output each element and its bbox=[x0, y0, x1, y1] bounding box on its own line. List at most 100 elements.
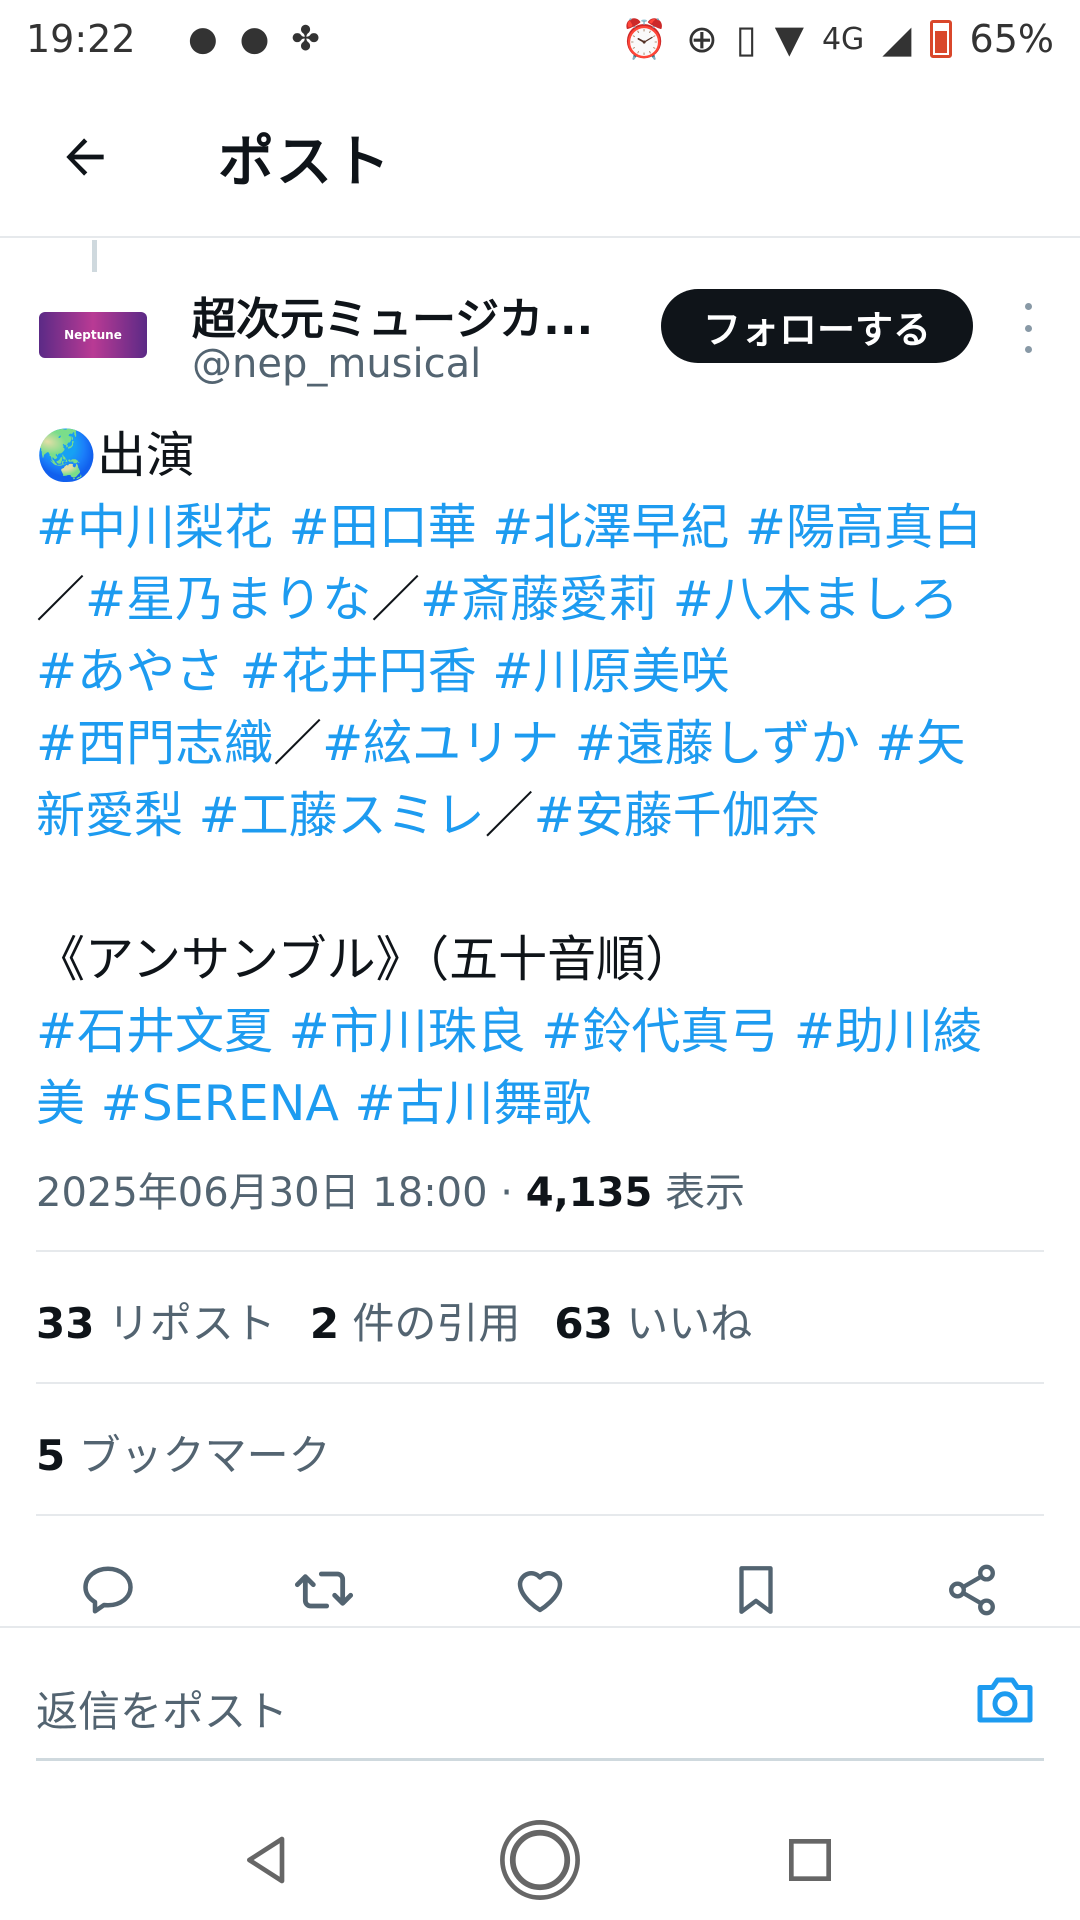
body-line: 新愛梨 #工藤スミレ／#安藤千伽奈 bbox=[36, 780, 1046, 852]
body-text: ／ bbox=[484, 787, 534, 844]
data-saver-icon: ⊕ bbox=[685, 17, 718, 61]
quotes-stat[interactable]: 2 件の引用 bbox=[310, 1299, 521, 1348]
body-line: 美 #SERENA #古川舞歌 bbox=[36, 1068, 1046, 1140]
app-notification-icon: ● bbox=[188, 19, 218, 59]
likes-stat[interactable]: 63 いいね bbox=[554, 1299, 752, 1348]
reply-composer: 返信をポスト bbox=[0, 1626, 1080, 1762]
bookmarks-count: 5 bbox=[36, 1431, 66, 1480]
wifi-icon: ▼ bbox=[774, 17, 804, 61]
hashtag-link[interactable]: #絃ユリナ #遠藤しずか #矢 bbox=[322, 715, 965, 772]
alarm-icon: ⏰ bbox=[620, 16, 668, 61]
repost-button[interactable] bbox=[282, 1548, 366, 1632]
tweet-meta: 2025年06月30日 18:00 · 4,135 表示 bbox=[36, 1160, 745, 1218]
nav-home-button[interactable] bbox=[490, 1810, 590, 1910]
hashtag-link[interactable]: #斎藤愛莉 #八木ましろ bbox=[420, 571, 959, 628]
body-blank-line bbox=[36, 852, 1046, 924]
body-line: 🌏出演 bbox=[36, 420, 1046, 492]
divider bbox=[36, 1382, 1044, 1384]
views-label: 表示 bbox=[652, 1170, 745, 1216]
bookmark-icon bbox=[739, 1566, 773, 1614]
author-handle[interactable]: @nep_musical bbox=[192, 341, 481, 387]
hashtag-link[interactable]: 新愛梨 #工藤スミレ bbox=[36, 787, 485, 844]
battery-icon bbox=[929, 20, 952, 58]
more-dot-icon bbox=[1024, 303, 1032, 310]
hashtag-link[interactable]: 美 #SERENA #古川舞歌 bbox=[36, 1075, 592, 1132]
body-text: ／ bbox=[273, 715, 323, 772]
quotes-count: 2 bbox=[309, 1299, 340, 1348]
signal-icon: ◢ bbox=[882, 17, 912, 61]
views-count: 4,135 bbox=[525, 1170, 653, 1216]
tweet-body: 🌏出演 #中川梨花 #田口華 #北澤早紀 #陽高真白 ／#星乃まりな／#斎藤愛莉 #… bbox=[36, 420, 1046, 1140]
hashtag-link[interactable]: #安藤千伽奈 bbox=[534, 787, 820, 844]
repost-icon bbox=[294, 1571, 354, 1609]
tweet-timestamp[interactable]: 2025年06月30日 18:00 bbox=[36, 1170, 488, 1216]
hashtag-link[interactable]: #あやさ #花井円香 #川原美咲 bbox=[36, 643, 729, 700]
share-icon bbox=[949, 1564, 995, 1616]
camera-icon bbox=[977, 1677, 1033, 1723]
status-time: 19:22 bbox=[26, 17, 136, 61]
back-button[interactable] bbox=[40, 112, 130, 202]
follow-button[interactable]: フォローする bbox=[661, 289, 973, 363]
bookmarks-stat[interactable]: 5 ブックマーク bbox=[36, 1422, 331, 1483]
nav-back-icon bbox=[247, 1836, 285, 1884]
reposts-count: 33 bbox=[36, 1299, 95, 1348]
vibrate-icon: ▯ bbox=[735, 17, 757, 61]
reply-icon bbox=[83, 1566, 133, 1614]
nav-recents-button[interactable] bbox=[760, 1810, 860, 1910]
reply-underline bbox=[36, 1758, 1044, 1761]
body-text: ／ bbox=[36, 571, 86, 628]
system-navigation-bar bbox=[0, 1800, 1080, 1920]
nav-recents-icon bbox=[789, 1839, 831, 1881]
page-title: ポスト bbox=[218, 129, 392, 195]
tweet-actions bbox=[0, 1548, 1080, 1632]
body-line: #石井文夏 #市川珠良 #鈴代真弓 #助川綾 bbox=[36, 996, 1046, 1068]
author-display-name[interactable]: 超次元ミュージカ... bbox=[192, 283, 612, 347]
network-type: 4G bbox=[821, 21, 865, 57]
camera-button[interactable] bbox=[972, 1670, 1038, 1730]
hashtag-link[interactable]: #西門志織 bbox=[36, 715, 273, 772]
likes-label: いいね bbox=[612, 1299, 753, 1348]
engagement-stats: 33 リポスト 2 件の引用 63 いいね bbox=[36, 1290, 752, 1351]
more-dot-icon bbox=[1024, 346, 1032, 353]
tweet-author: Neptune 超次元ミュージカ... @nep_musical フォローする bbox=[36, 275, 1056, 395]
avatar-logo: Neptune bbox=[39, 312, 147, 358]
divider bbox=[36, 1514, 1044, 1516]
body-line: #あやさ #花井円香 #川原美咲 bbox=[36, 636, 1046, 708]
body-line: 《アンサンブル》（五十音順） bbox=[36, 924, 1046, 996]
divider bbox=[36, 1250, 1044, 1252]
reply-input[interactable]: 返信をポスト bbox=[36, 1678, 288, 1739]
body-line: #西門志織／#絃ユリナ #遠藤しずか #矢 bbox=[36, 708, 1046, 780]
bookmark-button[interactable] bbox=[714, 1548, 798, 1632]
reposts-stat[interactable]: 33 リポスト bbox=[36, 1299, 276, 1348]
likes-count: 63 bbox=[554, 1299, 613, 1348]
more-options-button[interactable] bbox=[1008, 303, 1048, 353]
reply-button[interactable] bbox=[66, 1548, 150, 1632]
body-text: 🌏出演 bbox=[36, 427, 196, 484]
hashtag-link[interactable]: #石井文夏 #市川珠良 #鈴代真弓 #助川綾 bbox=[36, 1003, 982, 1060]
like-icon bbox=[517, 1571, 563, 1613]
nav-home-icon bbox=[500, 1820, 580, 1900]
nav-back-button[interactable] bbox=[218, 1810, 318, 1910]
notification-icons: ● ● ✤ bbox=[188, 19, 320, 59]
hashtag-link[interactable]: #中川梨花 #田口華 #北澤早紀 #陽高真白 bbox=[36, 499, 982, 556]
hashtag-link[interactable]: #星乃まりな bbox=[85, 571, 371, 628]
bookmarks-label: ブックマーク bbox=[65, 1431, 331, 1480]
status-bar: 19:22 ● ● ✤ ⏰ ⊕ ▯ ▼ 4G ◢ 65% bbox=[0, 0, 1080, 78]
top-app-bar: ポスト bbox=[0, 78, 1080, 238]
body-line: #中川梨花 #田口華 #北澤早紀 #陽高真白 bbox=[36, 492, 1046, 564]
meta-separator: · bbox=[487, 1170, 526, 1216]
body-line: ／#星乃まりな／#斎藤愛莉 #八木ましろ bbox=[36, 564, 1046, 636]
like-button[interactable] bbox=[498, 1548, 582, 1632]
share-button[interactable] bbox=[930, 1548, 1014, 1632]
thread-connector-line bbox=[92, 240, 97, 272]
reposts-label: リポスト bbox=[94, 1299, 276, 1348]
body-text: ／ bbox=[371, 571, 421, 628]
pinwheel-icon: ✤ bbox=[291, 19, 320, 59]
back-arrow-icon bbox=[66, 138, 104, 176]
avatar[interactable]: Neptune bbox=[36, 295, 150, 375]
body-text: 《アンサンブル》（五十音順） bbox=[36, 931, 695, 988]
app-notification-icon: ● bbox=[239, 19, 270, 59]
battery-percent: 65% bbox=[969, 17, 1054, 61]
more-dot-icon bbox=[1024, 324, 1032, 332]
quotes-label: 件の引用 bbox=[339, 1299, 521, 1348]
